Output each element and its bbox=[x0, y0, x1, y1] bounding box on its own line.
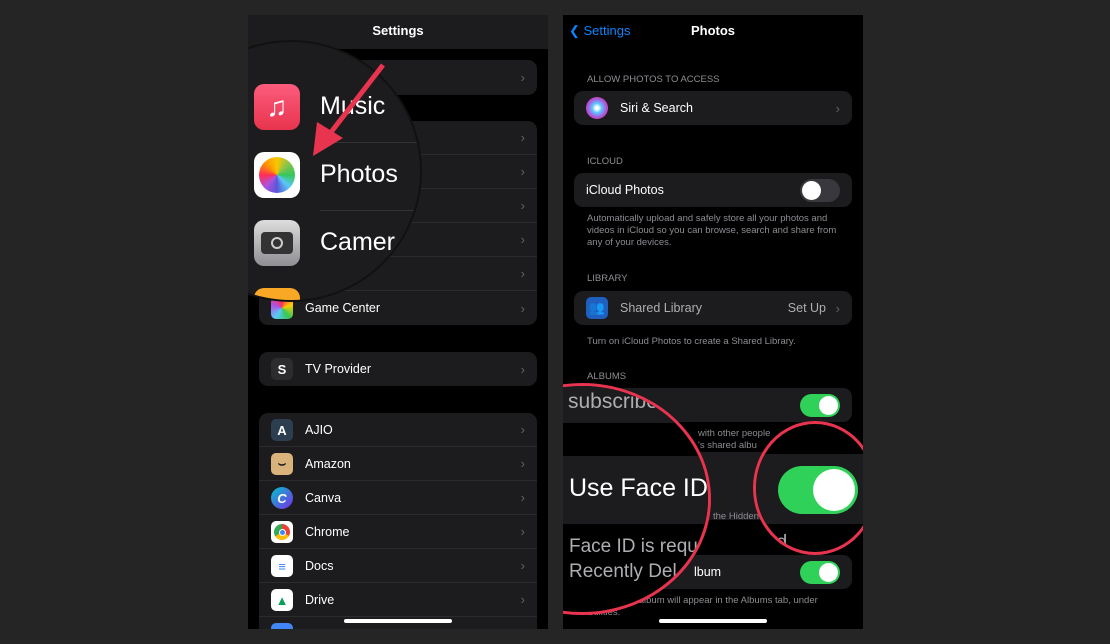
magnified-label: subscribe t- bbox=[568, 390, 677, 413]
list-item-canva[interactable]: C Canva › bbox=[259, 481, 537, 515]
chevron-right-icon: › bbox=[520, 422, 525, 437]
chevron-right-icon: › bbox=[520, 456, 525, 471]
item-label: Drive bbox=[305, 592, 335, 607]
tv-provider-icon: S bbox=[271, 358, 293, 380]
shared-library-row[interactable]: 👥 Shared Library Set Up › bbox=[574, 291, 852, 325]
chevron-right-icon: › bbox=[520, 69, 525, 85]
item-label: Amazon bbox=[305, 456, 351, 471]
shared-albums-toggle[interactable] bbox=[800, 394, 840, 417]
chevron-right-icon: › bbox=[520, 490, 525, 505]
section-header: ALLOW PHOTOS TO ACCESS bbox=[587, 74, 720, 85]
list-item-ajio[interactable]: A AJIO › bbox=[259, 413, 537, 447]
chevron-right-icon: › bbox=[520, 592, 525, 607]
home-indicator bbox=[344, 619, 452, 623]
item-label: Chrome bbox=[305, 524, 350, 539]
chevron-right-icon: › bbox=[520, 198, 525, 213]
list-item-drive[interactable]: ▲ Drive › bbox=[259, 583, 537, 617]
red-arrow-annotation bbox=[313, 63, 385, 156]
magnified-note: Face ID is requ Recently Del bbox=[569, 536, 698, 582]
back-button[interactable]: ❮ Settings bbox=[569, 15, 631, 47]
camera-label: Camer bbox=[320, 228, 396, 256]
section-header: ALBUMS bbox=[587, 371, 627, 382]
library-group: 👥 Shared Library Set Up › bbox=[574, 291, 852, 325]
chevron-right-icon: › bbox=[520, 130, 525, 145]
settings-group-tv: S TV Provider › bbox=[259, 352, 537, 386]
magnifier-right: nd bbox=[753, 421, 863, 555]
amazon-icon: ⌣ bbox=[271, 453, 293, 475]
people-icon: 👥 bbox=[586, 297, 608, 319]
chrome-icon bbox=[271, 521, 293, 543]
music-icon: ♫ bbox=[254, 84, 300, 130]
chevron-right-icon: › bbox=[520, 232, 525, 247]
photos-icon bbox=[254, 152, 300, 198]
chevron-right-icon: › bbox=[520, 164, 525, 179]
item-label: Shared Library bbox=[620, 301, 702, 315]
nav-title: Photos bbox=[690, 23, 736, 38]
item-label: Game Center bbox=[305, 301, 381, 315]
icloud-photos-toggle[interactable] bbox=[800, 179, 840, 202]
chevron-right-icon: › bbox=[520, 266, 525, 281]
icloud-group: iCloud Photos bbox=[574, 173, 852, 207]
section-header: ICLOUD bbox=[587, 156, 623, 167]
chevron-right-icon: › bbox=[520, 558, 525, 573]
shared-library-value: Set Up bbox=[787, 301, 826, 315]
app-icon bbox=[271, 623, 293, 629]
item-label: Docs bbox=[305, 558, 334, 573]
settings-screen: Settings › › › › › › Game Center › S TV Pr… bbox=[248, 15, 548, 629]
list-item-chrome[interactable]: Chrome › bbox=[259, 515, 537, 549]
chevron-right-icon: › bbox=[520, 361, 525, 377]
photos-settings-screen: ❮ Settings Photos ALLOW PHOTOS TO ACCESS … bbox=[563, 15, 863, 629]
settings-group-third-party: A AJIO › ⌣ Amazon › C Canva › Chrome › ≡ Docs › ▲… bbox=[259, 413, 537, 629]
back-label: Settings bbox=[583, 23, 631, 38]
list-item-tv-provider[interactable]: S TV Provider › bbox=[259, 352, 537, 386]
app-icon bbox=[254, 288, 300, 300]
ajio-icon: A bbox=[271, 419, 293, 441]
list-item-amazon[interactable]: ⌣ Amazon › bbox=[259, 447, 537, 481]
chevron-right-icon: › bbox=[835, 300, 840, 316]
hidden-album-toggle[interactable] bbox=[800, 561, 840, 584]
section-header: LIBRARY bbox=[587, 273, 628, 284]
icloud-note: Automatically upload and safely store al… bbox=[587, 213, 837, 248]
camera-icon bbox=[254, 220, 300, 266]
item-label: iCloud Photos bbox=[586, 183, 664, 197]
access-group: Siri & Search › bbox=[574, 91, 852, 125]
drive-icon: ▲ bbox=[271, 589, 293, 611]
use-faceid-label: Use Face ID bbox=[569, 474, 708, 502]
chevron-right-icon: › bbox=[520, 300, 525, 316]
list-item-docs[interactable]: ≡ Docs › bbox=[259, 549, 537, 583]
item-label: lbum bbox=[694, 565, 722, 579]
docs-icon: ≡ bbox=[271, 555, 293, 577]
chevron-right-icon: › bbox=[835, 100, 840, 116]
library-note: Turn on iCloud Photos to create a Shared… bbox=[587, 336, 796, 347]
item-label: Canva bbox=[305, 490, 342, 505]
item-label: TV Provider bbox=[305, 362, 371, 376]
magnifier-left: subscribe t- Use Face ID Face ID is requ… bbox=[563, 383, 711, 615]
use-faceid-toggle[interactable] bbox=[778, 466, 858, 514]
item-label: AJIO bbox=[305, 422, 333, 437]
icloud-photos-row: iCloud Photos bbox=[574, 173, 852, 207]
item-label: Siri & Search bbox=[620, 101, 693, 115]
siri-search-row[interactable]: Siri & Search › bbox=[574, 91, 852, 125]
nav-bar: ❮ Settings Photos bbox=[563, 15, 863, 49]
home-indicator bbox=[659, 619, 767, 623]
canva-icon: C bbox=[271, 487, 293, 509]
siri-icon bbox=[586, 97, 608, 119]
chevron-right-icon: › bbox=[520, 524, 525, 539]
